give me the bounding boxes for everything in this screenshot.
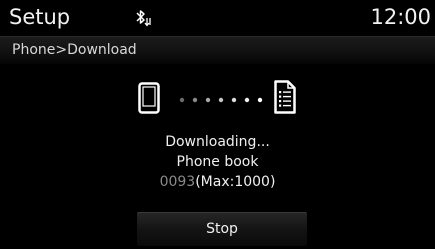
download-count: 0093 bbox=[159, 174, 196, 190]
download-max: (Max:1000) bbox=[195, 174, 276, 190]
setup-screen: Setup 12:00 Phone>Download Downloading..… bbox=[0, 0, 435, 249]
download-progress-panel: Downloading... Phone book 0093(Max:1000) bbox=[0, 66, 435, 209]
download-status-text: Downloading... bbox=[165, 134, 270, 150]
stop-button[interactable]: Stop bbox=[137, 212, 307, 246]
phone-icon bbox=[138, 82, 160, 114]
clock: 12:00 bbox=[370, 5, 431, 29]
download-target-text: Phone book bbox=[176, 154, 259, 170]
screen-title: Setup bbox=[9, 5, 71, 29]
breadcrumb: Phone>Download bbox=[12, 42, 137, 58]
download-count-line: 0093(Max:1000) bbox=[0, 173, 435, 191]
status-bar: Setup 12:00 bbox=[0, 0, 435, 32]
bluetooth-download-icon bbox=[136, 10, 151, 27]
breadcrumb-bar: Phone>Download bbox=[0, 36, 435, 64]
phonebook-document-icon bbox=[274, 80, 296, 114]
transfer-dots-icon bbox=[179, 97, 263, 103]
